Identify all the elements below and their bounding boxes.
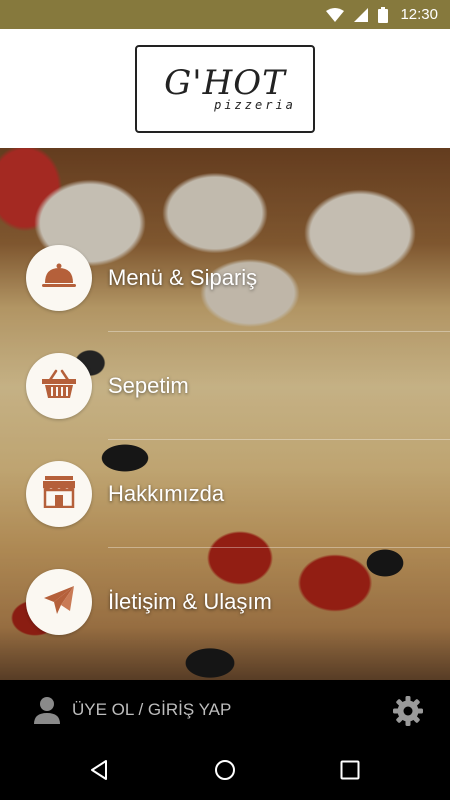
status-bar: 12:30 xyxy=(0,0,450,29)
user-icon xyxy=(32,695,62,725)
system-nav-bar xyxy=(0,740,450,800)
menu-item-circle xyxy=(26,569,92,635)
menu-item-about[interactable]: Hakkımızda xyxy=(0,440,450,548)
menu-item-contact[interactable]: İletişim & Ulaşım xyxy=(0,548,450,656)
logo-subtitle: pizzeria xyxy=(214,97,296,112)
signal-icon xyxy=(354,7,369,22)
paper-plane-icon xyxy=(43,585,75,619)
menu-item-order[interactable]: Menü & Sipariş xyxy=(0,224,450,332)
menu-item-circle xyxy=(26,245,92,311)
battery-icon xyxy=(378,6,389,23)
brand-logo: G'HOT pizzeria xyxy=(135,44,315,133)
login-button[interactable]: ÜYE OL / GİRİŞ YAP xyxy=(32,695,231,725)
bottom-bar: ÜYE OL / GİRİŞ YAP xyxy=(0,680,450,740)
wifi-icon xyxy=(326,7,345,22)
cloche-icon xyxy=(42,261,76,295)
menu-item-cart[interactable]: Sepetim xyxy=(0,332,450,440)
storefront-icon xyxy=(42,476,76,512)
menu-item-label: Menü & Sipariş xyxy=(108,265,258,290)
menu-item-circle xyxy=(26,353,92,419)
hero-background: Menü & Sipariş Sepetim Hakkımızda İletiş… xyxy=(0,148,450,680)
login-label: ÜYE OL / GİRİŞ YAP xyxy=(72,700,232,719)
gear-icon[interactable] xyxy=(393,696,423,726)
app-header: G'HOT pizzeria xyxy=(0,29,450,148)
menu-item-circle xyxy=(26,461,92,527)
main-menu: Menü & Sipariş Sepetim Hakkımızda İletiş… xyxy=(0,148,450,680)
logo-title: G'HOT xyxy=(164,62,286,103)
home-icon[interactable] xyxy=(213,758,237,782)
menu-item-label: Hakkımızda xyxy=(108,481,225,506)
basket-icon xyxy=(41,369,77,403)
recents-icon[interactable] xyxy=(338,758,362,782)
status-time: 12:30 xyxy=(400,6,438,23)
menu-item-label: İletişim & Ulaşım xyxy=(108,589,272,614)
menu-item-label: Sepetim xyxy=(108,373,189,398)
back-icon[interactable] xyxy=(88,758,112,782)
